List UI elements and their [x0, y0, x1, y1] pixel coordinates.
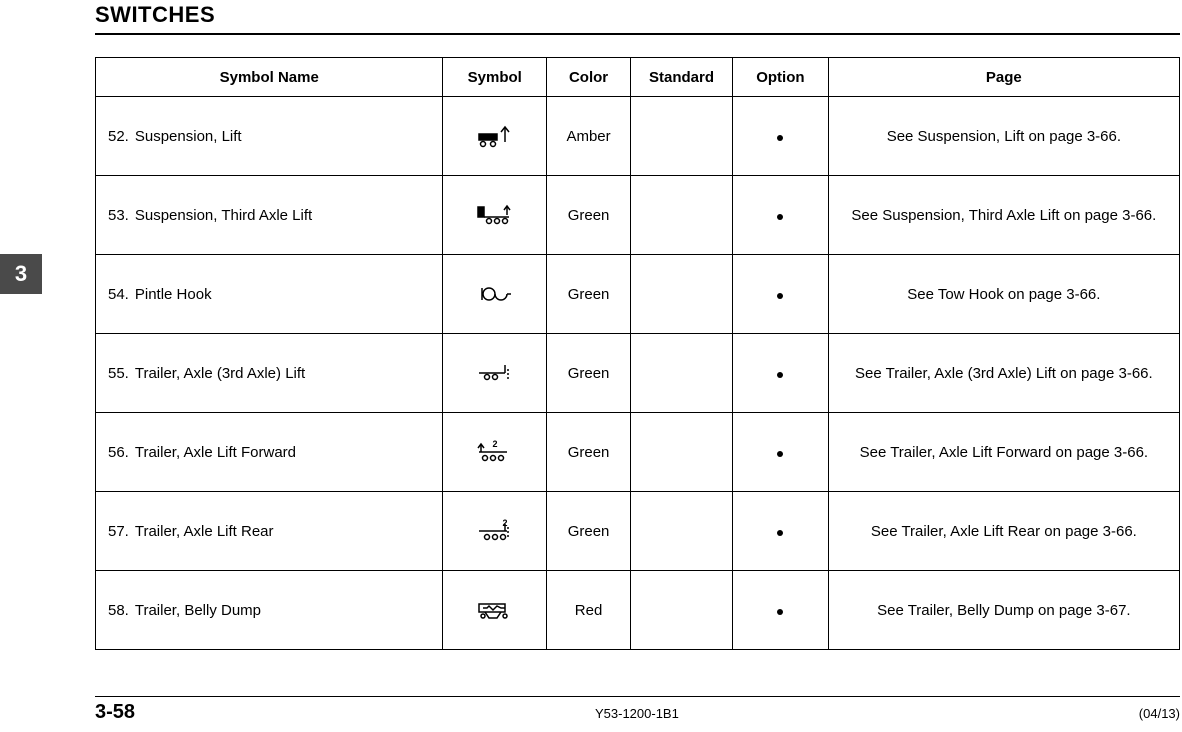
- cell-standard: [631, 255, 733, 334]
- cell-symbol-name: 54. Pintle Hook: [96, 255, 443, 334]
- cell-page-reference: See Trailer, Axle Lift Rear on page 3-66…: [828, 492, 1179, 571]
- cell-option: [733, 97, 829, 176]
- cell-standard: [631, 176, 733, 255]
- row-name: Suspension, Third Axle Lift: [135, 207, 312, 224]
- cell-page-reference: See Tow Hook on page 3-66.: [828, 255, 1179, 334]
- cell-page-reference: See Suspension, Lift on page 3-66.: [828, 97, 1179, 176]
- suspension-lift-icon: [475, 127, 515, 144]
- row-number: 53.: [108, 207, 129, 224]
- page-title: SWITCHES: [95, 0, 1180, 35]
- row-number: 58.: [108, 602, 129, 619]
- cell-option: [733, 492, 829, 571]
- cell-color: Green: [547, 413, 631, 492]
- table-row: 56. Trailer, Axle Lift Forward 2 Green See…: [96, 413, 1180, 492]
- table-row: 58. Trailer, Belly Dump Red See Trailer, B…: [96, 571, 1180, 650]
- cell-symbol: [443, 255, 547, 334]
- row-number: 56.: [108, 444, 129, 461]
- pintle-hook-icon: [475, 285, 515, 302]
- option-dot-icon: [777, 293, 783, 299]
- row-name: Pintle Hook: [135, 286, 212, 303]
- cell-symbol: 2: [443, 492, 547, 571]
- header-symbol-name: Symbol Name: [96, 58, 443, 97]
- cell-option: [733, 334, 829, 413]
- cell-page-reference: See Trailer, Axle Lift Forward on page 3…: [828, 413, 1179, 492]
- content-area: SWITCHES Symbol Name Symbol Color Standa…: [95, 0, 1180, 650]
- table-row: 54. Pintle Hook Green See Tow Hook on page…: [96, 255, 1180, 334]
- table-row: 53. Suspension, Third Axle Lift Green See …: [96, 176, 1180, 255]
- header-option: Option: [733, 58, 829, 97]
- cell-symbol-name: 58. Trailer, Belly Dump: [96, 571, 443, 650]
- cell-standard: [631, 492, 733, 571]
- cell-symbol-name: 56. Trailer, Axle Lift Forward: [96, 413, 443, 492]
- cell-symbol: [443, 334, 547, 413]
- section-tab-label: 3: [15, 261, 27, 287]
- cell-standard: [631, 334, 733, 413]
- header-color: Color: [547, 58, 631, 97]
- cell-color: Amber: [547, 97, 631, 176]
- row-name: Trailer, Axle (3rd Axle) Lift: [135, 365, 305, 382]
- row-number: 54.: [108, 286, 129, 303]
- switches-table: Symbol Name Symbol Color Standard Option…: [95, 57, 1180, 650]
- table-header-row: Symbol Name Symbol Color Standard Option…: [96, 58, 1180, 97]
- trailer-axle-lift-rear-icon: 2: [475, 522, 515, 539]
- section-tab: 3: [0, 254, 42, 294]
- footer-page-number: 3-58: [95, 701, 135, 724]
- cell-symbol: 2: [443, 413, 547, 492]
- cell-page-reference: See Trailer, Axle (3rd Axle) Lift on pag…: [828, 334, 1179, 413]
- cell-color: Green: [547, 176, 631, 255]
- trailer-3rd-axle-lift-icon: [475, 364, 515, 381]
- option-dot-icon: [777, 609, 783, 615]
- row-number: 52.: [108, 128, 129, 145]
- cell-option: [733, 176, 829, 255]
- cell-symbol: [443, 176, 547, 255]
- row-name: Trailer, Axle Lift Rear: [135, 523, 274, 540]
- row-number: 55.: [108, 365, 129, 382]
- cell-standard: [631, 571, 733, 650]
- cell-option: [733, 255, 829, 334]
- row-name: Trailer, Axle Lift Forward: [135, 444, 296, 461]
- cell-symbol-name: 53. Suspension, Third Axle Lift: [96, 176, 443, 255]
- svg-text:2: 2: [492, 439, 497, 449]
- cell-option: [733, 571, 829, 650]
- suspension-third-axle-icon: [475, 206, 515, 223]
- row-name: Suspension, Lift: [135, 128, 242, 145]
- cell-page-reference: See Trailer, Belly Dump on page 3-67.: [828, 571, 1179, 650]
- row-name: Trailer, Belly Dump: [135, 602, 261, 619]
- option-dot-icon: [777, 214, 783, 220]
- cell-option: [733, 413, 829, 492]
- table-row: 55. Trailer, Axle (3rd Axle) Lift Green Se…: [96, 334, 1180, 413]
- trailer-belly-dump-icon: [475, 601, 515, 618]
- cell-standard: [631, 97, 733, 176]
- option-dot-icon: [777, 372, 783, 378]
- option-dot-icon: [777, 451, 783, 457]
- cell-page-reference: See Suspension, Third Axle Lift on page …: [828, 176, 1179, 255]
- cell-symbol: [443, 571, 547, 650]
- row-number: 57.: [108, 523, 129, 540]
- cell-color: Red: [547, 571, 631, 650]
- header-standard: Standard: [631, 58, 733, 97]
- page: 3 SWITCHES Symbol Name Symbol Color Stan…: [0, 0, 1182, 732]
- cell-standard: [631, 413, 733, 492]
- cell-symbol-name: 55. Trailer, Axle (3rd Axle) Lift: [96, 334, 443, 413]
- table-row: 52. Suspension, Lift Amber See Suspension,…: [96, 97, 1180, 176]
- cell-symbol: [443, 97, 547, 176]
- header-page: Page: [828, 58, 1179, 97]
- trailer-axle-lift-fwd-icon: 2: [475, 443, 515, 460]
- cell-symbol-name: 57. Trailer, Axle Lift Rear: [96, 492, 443, 571]
- option-dot-icon: [777, 135, 783, 141]
- footer-date: (04/13): [1139, 706, 1180, 721]
- cell-color: Green: [547, 255, 631, 334]
- option-dot-icon: [777, 530, 783, 536]
- header-symbol: Symbol: [443, 58, 547, 97]
- table-row: 57. Trailer, Axle Lift Rear 2 Green See Tr…: [96, 492, 1180, 571]
- footer-doc-id: Y53-1200-1B1: [135, 706, 1139, 721]
- footer: 3-58 Y53-1200-1B1 (04/13): [95, 696, 1180, 724]
- cell-color: Green: [547, 492, 631, 571]
- cell-symbol-name: 52. Suspension, Lift: [96, 97, 443, 176]
- cell-color: Green: [547, 334, 631, 413]
